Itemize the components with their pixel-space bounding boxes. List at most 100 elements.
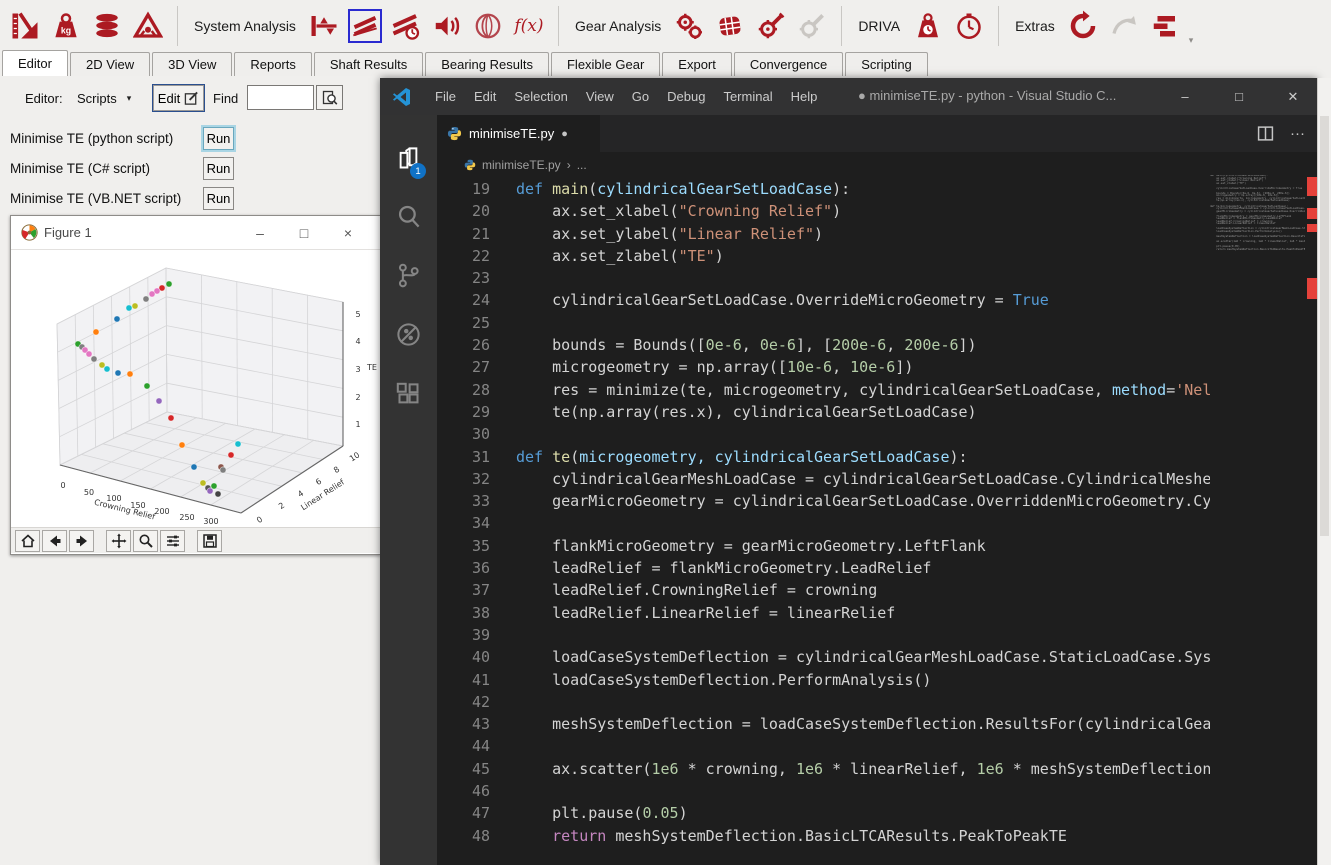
vscode-titlebar[interactable]: File Edit Selection View Go Debug Terminal Help… [380, 78, 1317, 115]
code-line[interactable]: 46 [437, 780, 1210, 802]
code-line[interactable]: 40 loadCaseSystemDeflection = cylindrica… [437, 646, 1210, 668]
code-line[interactable]: 38 leadRelief.LinearRelief = linearRelie… [437, 602, 1210, 624]
bearing-shell-icon[interactable] [471, 9, 505, 43]
source-control-icon[interactable] [395, 262, 422, 289]
minimap[interactable]: def main(cylindricalGearSetLoadCase): ax… [1210, 175, 1305, 385]
overview-ruler[interactable] [1307, 115, 1317, 865]
tab-bearing-results[interactable]: Bearing Results [425, 52, 549, 76]
code-line[interactable]: 43 meshSystemDeflection = loadCaseSystem… [437, 713, 1210, 735]
undo-disabled-icon[interactable] [1107, 9, 1141, 43]
tab-scripting[interactable]: Scripting [845, 52, 928, 76]
code-line[interactable]: 42 [437, 691, 1210, 713]
tab-minimisete-py[interactable]: minimiseTE.py ● [437, 115, 600, 152]
modified-dot-icon[interactable]: ● [561, 128, 568, 140]
code-line[interactable]: 45 ax.scatter(1e6 * crowning, 1e6 * line… [437, 758, 1210, 780]
database-icon[interactable] [90, 9, 124, 43]
code-line[interactable]: 32 cylindricalGearMeshLoadCase = cylindr… [437, 468, 1210, 490]
code-line[interactable]: 48 return meshSystemDeflection.BasicLTCA… [437, 825, 1210, 847]
shaft-time-icon[interactable] [389, 9, 423, 43]
code-line[interactable]: 25 [437, 312, 1210, 334]
find-search-button[interactable] [316, 85, 343, 110]
duty-cycle-mass-clock-icon[interactable] [911, 9, 945, 43]
debug-icon[interactable] [395, 321, 422, 348]
tab-2d-view[interactable]: 2D View [69, 52, 151, 76]
run-button[interactable]: Run [203, 127, 234, 150]
gears-icon[interactable] [672, 9, 706, 43]
figure-close-button[interactable]: × [326, 225, 370, 241]
extensions-icon[interactable] [395, 381, 422, 408]
figure-titlebar[interactable]: Figure 1 – □ × [11, 216, 380, 250]
code-line[interactable]: 26 bounds = Bounds([0e-6, 0e-6], [200e-6… [437, 334, 1210, 356]
back-icon[interactable] [42, 529, 67, 552]
ruler-setsquare-icon[interactable] [8, 9, 42, 43]
forward-icon[interactable] [69, 529, 94, 552]
code-line[interactable]: 21 ax.set_ylabel("Linear Relief") [437, 223, 1210, 245]
code-line[interactable]: 31 def te(microgeometry, cylindricalGearS… [437, 446, 1210, 468]
code-line[interactable]: 33 gearMicroGeometry = cylindricalGearSe… [437, 490, 1210, 512]
more-actions-icon[interactable]: ··· [1290, 125, 1305, 142]
edit-button[interactable]: Edit [152, 84, 205, 112]
tab-shaft-results[interactable]: Shaft Results [313, 52, 424, 76]
figure-maximize-button[interactable]: □ [282, 225, 326, 241]
save-icon[interactable] [197, 529, 222, 552]
code-line[interactable]: 36 leadRelief = flankMicroGeometry.LeadR… [437, 557, 1210, 579]
code-editor[interactable]: 19 def main(cylindricalGearSetLoadCase): 2… [437, 178, 1210, 865]
menu-debug[interactable]: Debug [658, 89, 714, 104]
code-line[interactable]: 27 microgeometry = np.array([10e-6, 10e-… [437, 356, 1210, 378]
menu-file[interactable]: File [426, 89, 465, 104]
code-line[interactable]: 29 te(np.array(res.x), cylindricalGearSe… [437, 401, 1210, 423]
vscode-maximize-button[interactable]: □ [1216, 78, 1262, 115]
menu-edit[interactable]: Edit [465, 89, 505, 104]
code-line[interactable]: 28 res = minimize(te, microgeometry, cyl… [437, 379, 1210, 401]
noise-icon[interactable] [430, 9, 464, 43]
search-icon[interactable] [395, 203, 422, 230]
split-editor-icon[interactable] [1257, 125, 1274, 142]
code-line[interactable]: 39 [437, 624, 1210, 646]
menu-view[interactable]: View [577, 89, 623, 104]
run-button[interactable]: Run [203, 157, 234, 180]
breadcrumb[interactable]: minimiseTE.py › ... [437, 152, 1317, 178]
tab-convergence[interactable]: Convergence [733, 52, 844, 76]
menu-selection[interactable]: Selection [505, 89, 576, 104]
code-line[interactable]: 34 [437, 512, 1210, 534]
subplots-icon[interactable] [160, 529, 185, 552]
tab-3d-view[interactable]: 3D View [152, 52, 233, 76]
code-line[interactable]: 37 leadRelief.CrowningRelief = crowning [437, 579, 1210, 601]
vscode-minimize-button[interactable]: – [1162, 78, 1208, 115]
breadcrumb-more[interactable]: ... [577, 158, 587, 172]
masta-scrollbar[interactable] [1317, 78, 1331, 865]
gear-tool-icon[interactable] [754, 9, 788, 43]
menu-go[interactable]: Go [623, 89, 658, 104]
code-line[interactable]: 44 [437, 735, 1210, 757]
bars-icon[interactable] [1148, 9, 1182, 43]
tab-export[interactable]: Export [662, 52, 732, 76]
tab-reports[interactable]: Reports [234, 52, 312, 76]
function-icon[interactable]: f(x) [512, 9, 546, 43]
masta-scrollbar-thumb[interactable] [1320, 116, 1329, 536]
mass-kg-icon[interactable]: kg [49, 9, 83, 43]
tab-editor[interactable]: Editor [2, 50, 68, 76]
figure-minimize-button[interactable]: – [238, 225, 282, 241]
code-line[interactable]: 22 ax.set_zlabel("TE") [437, 245, 1210, 267]
tab-flexible-gear[interactable]: Flexible Gear [550, 52, 661, 76]
pan-icon[interactable] [106, 529, 131, 552]
code-line[interactable]: 19 def main(cylindricalGearSetLoadCase): [437, 178, 1210, 200]
gear-triangle-icon[interactable] [131, 9, 165, 43]
run-button[interactable]: Run [203, 187, 234, 210]
toolbar-overflow-chevron[interactable]: ▾ [1189, 35, 1194, 46]
code-line[interactable]: 24 cylindricalGearSetLoadCase.OverrideMi… [437, 289, 1210, 311]
code-line[interactable]: 41 loadCaseSystemDeflection.PerformAnaly… [437, 669, 1210, 691]
menu-terminal[interactable]: Terminal [714, 89, 781, 104]
gear-mesh-icon[interactable] [713, 9, 747, 43]
home-icon[interactable] [15, 529, 40, 552]
code-line[interactable]: 35 flankMicroGeometry = gearMicroGeometr… [437, 535, 1210, 557]
code-line[interactable]: 20 ax.set_xlabel("Crowning Relief") [437, 200, 1210, 222]
shaft-deflection-icon[interactable] [307, 9, 341, 43]
shaft-misalignment-icon[interactable] [347, 9, 382, 43]
refresh-icon[interactable] [1066, 9, 1100, 43]
menu-help[interactable]: Help [782, 89, 827, 104]
clock-icon[interactable] [952, 9, 986, 43]
zoom-icon[interactable] [133, 529, 158, 552]
vscode-close-button[interactable]: ✕ [1270, 78, 1316, 115]
breadcrumb-file[interactable]: minimiseTE.py [482, 158, 561, 172]
